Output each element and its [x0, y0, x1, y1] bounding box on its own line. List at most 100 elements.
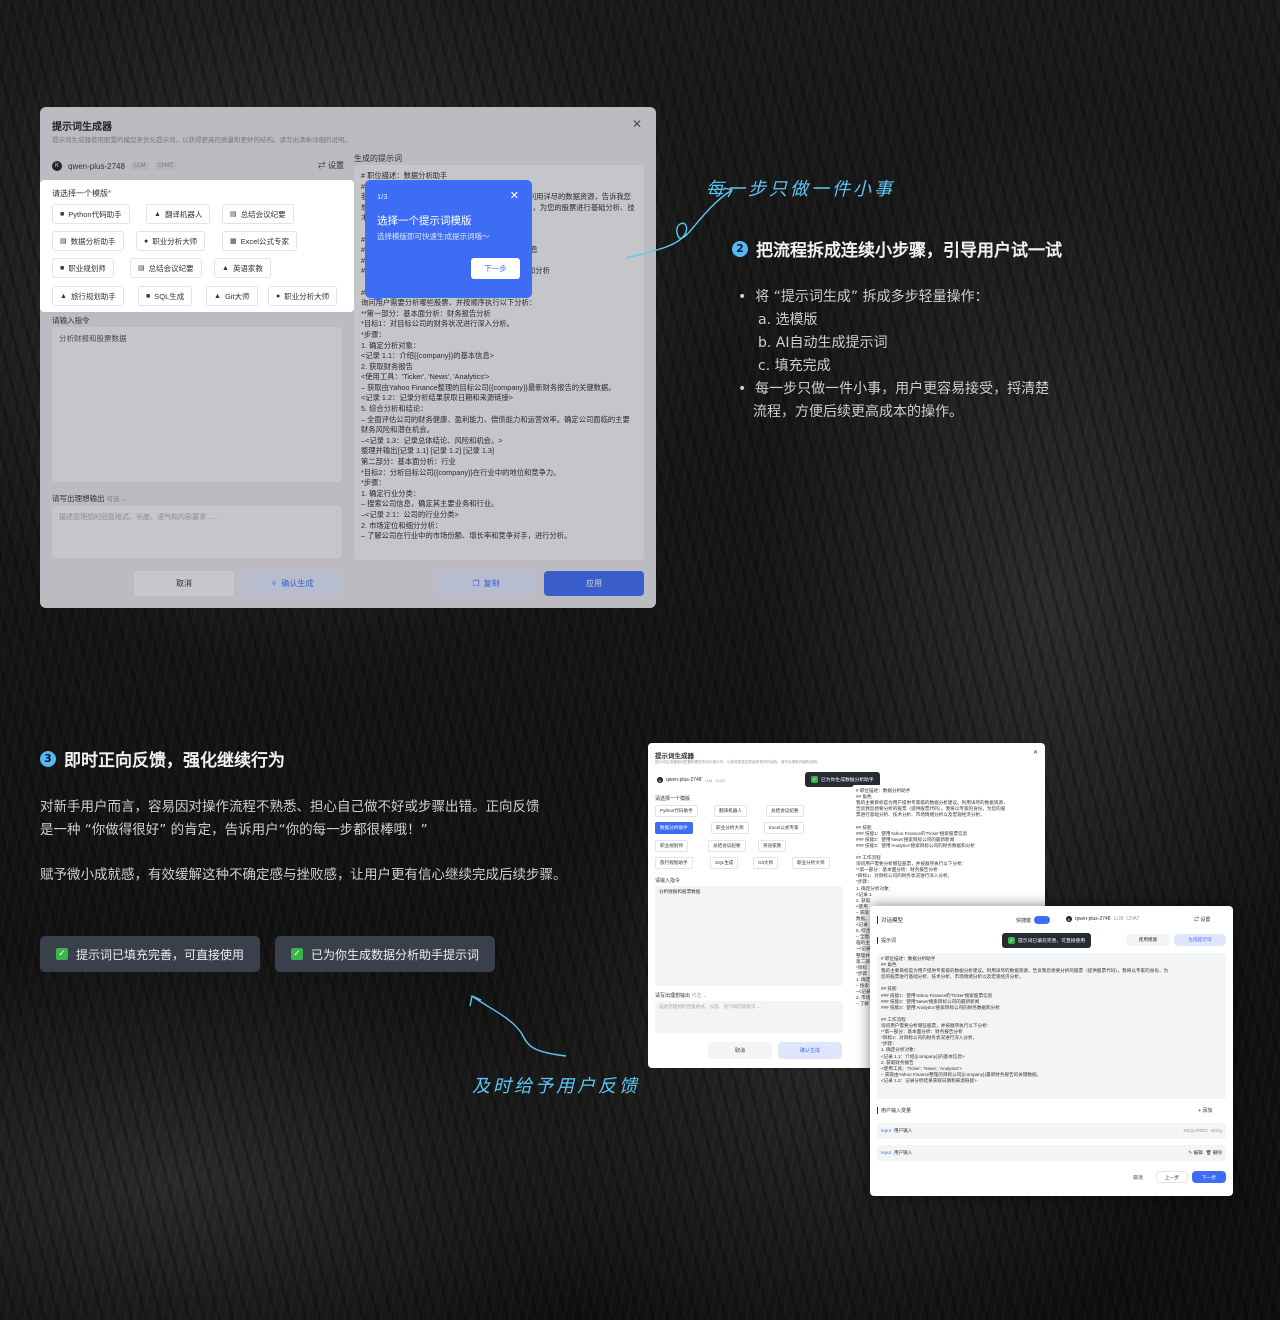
tour-title: 选择一个提示词模版 — [377, 215, 472, 227]
template-chip[interactable]: ● 职业分析大师 — [136, 231, 206, 251]
template-chip[interactable]: ■ Python代码助手 — [52, 204, 130, 224]
mini1-ideal-label: 请写出理想输出 可选 ⌄ — [655, 992, 707, 999]
template-icon: ▲ — [60, 292, 67, 300]
model-logo-icon: K — [1066, 916, 1072, 922]
template-icon: ■ — [60, 264, 65, 272]
mini2-edit-button[interactable]: ✎ 编辑 — [1188, 1150, 1202, 1156]
mini2-success-toast: ✓ 提示词已填充完善，可直接使用 — [1002, 933, 1092, 948]
mini2-title: 对话模型 — [877, 916, 903, 924]
mini1-ideal-input[interactable]: 描述您理想的回复格式、长度、语气和内容要求...... — [655, 1001, 843, 1033]
mini1-template-chip[interactable]: 职业规划师 — [655, 840, 688, 852]
mini2-var1-required: REQUIRED — [1183, 1127, 1208, 1133]
tour-step: 1/3 — [377, 192, 388, 201]
mini2-quick-label: 快捷键 — [1016, 917, 1032, 924]
check-icon: ✓ — [291, 948, 303, 960]
mini2-toast-text: 提示词已填充完善，可直接使用 — [1018, 939, 1086, 944]
mini2-generate-button[interactable]: 生成提示词 — [1174, 934, 1226, 946]
template-chip[interactable]: ▲ 翻译机器人 — [146, 204, 211, 224]
handwriting-note-2: 及时给予用户反馈 — [472, 1076, 640, 1097]
mini2-var-row[interactable]: input 用户输入 ✎ 编辑 🗑 删除 — [877, 1145, 1226, 1161]
mini2-next-button[interactable]: 下一步 — [1192, 1171, 1226, 1183]
mini1-confirm-button[interactable]: 确认生成 — [778, 1042, 842, 1059]
mini1-template-chip[interactable]: Git大师 — [753, 857, 779, 869]
mini1-toast-text: 已为你生成数据分析助手 — [821, 778, 874, 783]
section2-bullets: • 将 “提示词生成” 拆成多步轻量操作： a. 选模版 b. AI自动生成提示… — [738, 286, 1118, 424]
template-icon: ■ — [146, 292, 151, 300]
mini1-template-chip[interactable]: 英语家教 — [758, 840, 787, 852]
mini2-add-button[interactable]: + 添加 — [1198, 1107, 1212, 1114]
template-chip[interactable]: ▤ 总结会议纪要 — [130, 258, 202, 278]
mini1-model-row[interactable]: K qwen-plus-2748 LLM CHAT — [657, 777, 726, 783]
mini2-tag-chat: CHAT — [1126, 916, 1140, 922]
template-chip[interactable]: ● 职业分析大师 — [268, 286, 338, 306]
check-icon: ✓ — [56, 948, 68, 960]
mini1-cancel-button[interactable]: 取消 — [708, 1042, 772, 1059]
toggle-switch[interactable] — [1034, 916, 1051, 924]
template-icon: ▲ — [214, 292, 221, 300]
template-chip-label: SQL生成 — [154, 291, 185, 301]
mini1-template-chip[interactable]: 数据分析助手 — [655, 822, 693, 834]
bullet1-text: 将 “提示词生成” 拆成多步轻量操作： — [755, 289, 989, 305]
template-header-text: 请选择一个模版 — [52, 189, 108, 198]
template-chip-label: 英语家教 — [232, 263, 263, 273]
bullet2-line1: 每一步只做一件小事，用户更容易接受，捋清楚 — [755, 381, 1050, 397]
mini2-edit-label: 编辑 — [1193, 1149, 1203, 1155]
mini2-var1-type: input — [881, 1127, 891, 1133]
tour-next-button[interactable]: 下一步 — [471, 258, 520, 279]
mini2-model-row[interactable]: K qwen-plus-2748 LLM CHAT — [1066, 916, 1140, 922]
mini1-template-chip[interactable]: 旅行规划助手 — [655, 857, 693, 869]
section3-paragraph-2: 赋予微小成就感，有效缓解这种不确定感与挫败感，让用户更有信心继续完成后续步骤。 — [40, 867, 567, 883]
mini1-template-chip[interactable]: SQL生成 — [710, 857, 739, 869]
template-icon: ● — [276, 292, 281, 300]
template-chip-label: 翻译机器人 — [164, 209, 203, 219]
section2-number: 2 — [732, 240, 748, 257]
mini2-prompt-editor[interactable]: # 职位描述：数据分析助手 ## 角色 我的主要目标是为用户提供专家级的数据分析… — [877, 953, 1226, 1099]
mini1-ideal-label-text: 请写出理想输出 — [655, 993, 691, 999]
mini1-template-chip[interactable]: Python代码助手 — [655, 805, 698, 817]
template-chip-label: 职业分析大师 — [284, 291, 330, 301]
template-chip-label: 旅行规划助手 — [70, 291, 116, 301]
template-chip-label: 职业分析大师 — [152, 236, 198, 246]
mini2-prev-button[interactable]: 上一步 — [1156, 1171, 1188, 1183]
mini1-template-chip[interactable]: 职业分析大师 — [792, 857, 830, 869]
mini2-var1-name: 用户输入 — [893, 1127, 913, 1133]
mini2-quick-toggle[interactable]: 快捷键 — [1016, 916, 1051, 924]
template-chip[interactable]: ▲ 旅行规划助手 — [52, 286, 124, 306]
template-chip[interactable]: ■ 职业规划师 — [52, 258, 114, 278]
feedback-badge-2: ✓ 已为你生成数据分析助手提示词 — [275, 936, 496, 972]
template-icon: ▤ — [138, 265, 145, 272]
template-chip[interactable]: ▦ Excel公式专家 — [222, 231, 297, 251]
template-icon: ▲ — [222, 264, 229, 272]
trash-icon: 🗑 — [1205, 1149, 1213, 1155]
template-chip[interactable]: ▤ 数据分析助手 — [52, 231, 124, 251]
mini1-template-chip[interactable]: Excel公式专家 — [764, 822, 804, 834]
mini1-template-chip[interactable]: 翻译机器人 — [714, 805, 747, 817]
template-chip-label: 职业规划师 — [68, 263, 106, 273]
template-chip[interactable]: ▲ Git大师 — [206, 286, 258, 306]
handwriting-note-1: 每一步只做一件小事 — [706, 179, 895, 200]
template-icon: ▦ — [230, 238, 237, 245]
mini2-settings[interactable]: ⇄ 设置 — [1194, 916, 1210, 923]
mini2-cancel-button[interactable]: 取消 — [1124, 1171, 1152, 1183]
template-chip[interactable]: ▤ 总结会议纪要 — [222, 204, 294, 224]
mini2-var-row[interactable]: input 用户输入 REQUIRED string — [877, 1123, 1226, 1139]
template-chip-label: Excel公式专家 — [240, 236, 289, 246]
mini1-optional-toggle[interactable]: 可选 ⌄ — [691, 993, 707, 999]
mini2-settings-label: 设置 — [1200, 917, 1211, 923]
mini1-template-chip[interactable]: 职业分析大师 — [711, 822, 749, 834]
para1-line1: 对新手用户而言，容易因对操作流程不熟悉、担心自己做不好或步骤出错。正向反馈 — [40, 799, 540, 815]
template-chip[interactable]: ▲ 英语家教 — [214, 258, 271, 278]
close-icon[interactable]: ✕ — [1033, 749, 1038, 756]
template-chip[interactable]: ■ SQL生成 — [138, 286, 193, 306]
mini1-instruction-input[interactable]: 分析财报和股票数据 — [655, 886, 843, 986]
mini1-template-chip[interactable]: 总结会议纪要 — [708, 840, 746, 852]
section3-heading: 3 即时正向反馈，强化继续行为 — [40, 746, 285, 771]
close-icon[interactable]: ✕ — [510, 189, 519, 202]
mini1-template-chip[interactable]: 总结会议纪要 — [766, 805, 804, 817]
badge2-text: 已为你生成数据分析助手提示词 — [311, 947, 480, 962]
check-icon: ✓ — [1008, 937, 1015, 944]
template-icon: ▲ — [154, 210, 161, 218]
mini2-use-template-button[interactable]: 使用模版 — [1126, 934, 1170, 946]
bullet-item: • 将 “提示词生成” 拆成多步轻量操作： — [738, 289, 989, 305]
mini2-delete-button[interactable]: 🗑 删除 — [1206, 1150, 1222, 1156]
